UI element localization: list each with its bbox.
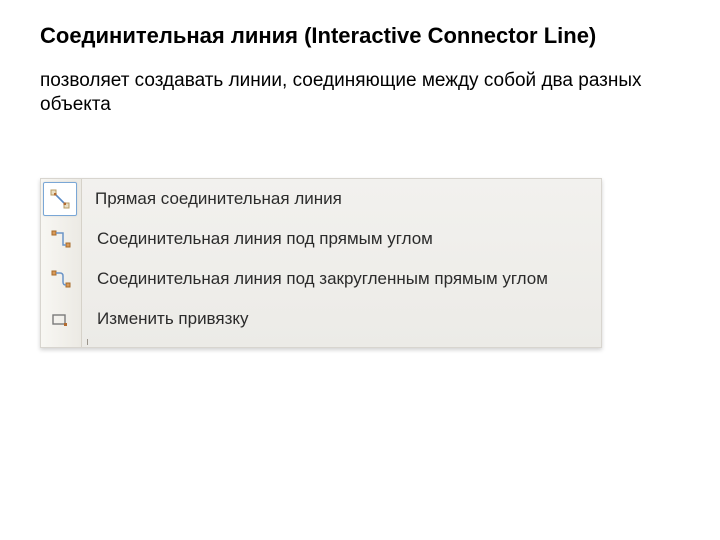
menu-item-label: Соединительная линия под закругленным пр…: [81, 269, 548, 289]
right-angle-connector-icon: [41, 219, 81, 259]
footer-tick-icon: [87, 339, 88, 345]
menu-item-change-anchor[interactable]: Изменить привязку: [41, 299, 601, 339]
menu-item-label: Прямая соединительная линия: [79, 189, 342, 209]
menu-item-right-angle-connector[interactable]: Соединительная линия под прямым углом: [41, 219, 601, 259]
change-anchor-icon: [41, 299, 81, 339]
menu-item-label: Изменить привязку: [81, 309, 249, 329]
menu-footer: [41, 339, 601, 347]
page-description: позволяет создавать линии, соединяющие м…: [40, 69, 680, 118]
straight-connector-icon: [43, 182, 77, 216]
page-title: Соединительная линия (Interactive Connec…: [40, 22, 680, 51]
rounded-right-angle-connector-icon: [41, 259, 81, 299]
menu-item-straight-connector[interactable]: Прямая соединительная линия: [41, 179, 601, 219]
menu-rows: Прямая соединительная линия Соединительн…: [41, 179, 601, 339]
slide-page: Соединительная линия (Interactive Connec…: [0, 0, 720, 348]
menu-item-label: Соединительная линия под прямым углом: [81, 229, 433, 249]
menu-item-rounded-right-angle-connector[interactable]: Соединительная линия под закругленным пр…: [41, 259, 601, 299]
connector-menu: Прямая соединительная линия Соединительн…: [40, 178, 602, 348]
